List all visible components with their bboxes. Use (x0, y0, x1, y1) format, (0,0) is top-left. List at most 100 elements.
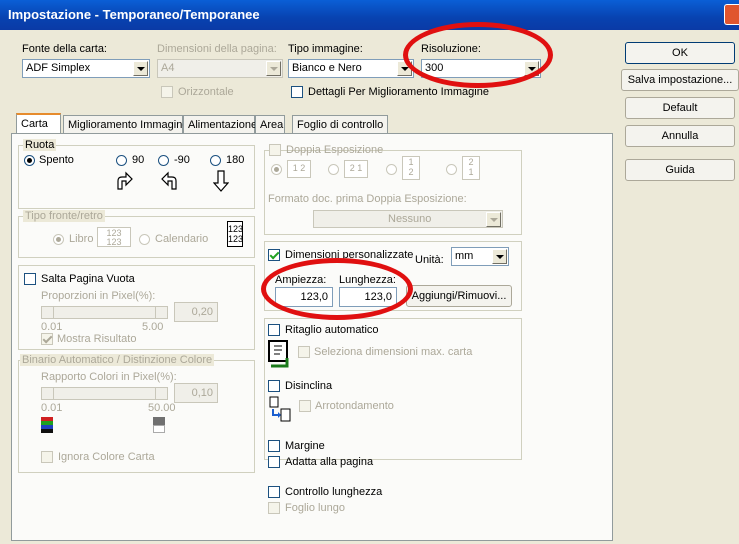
slider-left-icon[interactable] (42, 307, 54, 318)
rotate-90-label: 90 (132, 154, 145, 166)
ignore-paper-color-checkbox[interactable] (41, 451, 53, 463)
duplex-calendar-radio[interactable] (139, 234, 150, 245)
exposure-opt1-icon: 1 2 (287, 160, 311, 178)
default-button[interactable]: Default (625, 97, 735, 119)
exposure-opt2-icon: 2 1 (344, 160, 368, 178)
rotate-left-arrow-icon (161, 171, 177, 190)
duplex-book-label: Libro (69, 233, 94, 245)
rounding-label: Arrotondamento (315, 400, 394, 412)
cancel-button[interactable]: Annulla (625, 125, 735, 147)
rotate-90-radio[interactable] (116, 155, 127, 166)
dialog-client: Fonte della carta: ADF Simplex Dimension… (3, 22, 739, 544)
width-input[interactable]: 123,0 (275, 287, 333, 307)
book-icon-text: 123 123 (106, 228, 122, 247)
resolution-value: 300 (425, 62, 444, 74)
select-max-size-checkbox[interactable] (298, 346, 310, 358)
duplex-group-title: Tipo fronte/retro (23, 210, 105, 222)
image-type-label: Tipo immagine: (288, 43, 363, 55)
fit-page-checkbox[interactable] (268, 456, 280, 468)
width-label: Ampiezza: (275, 274, 327, 286)
long-sheet-checkbox[interactable] (268, 502, 280, 514)
slider-right-icon[interactable] (155, 388, 167, 399)
window-title: Impostazione - Temporaneo/Temporanee (8, 7, 260, 22)
paper-source-select[interactable]: ADF Simplex (22, 59, 150, 78)
exposure-opt4-radio[interactable] (446, 164, 457, 175)
length-label: Lunghezza: (339, 274, 396, 286)
chevron-down-icon[interactable] (492, 249, 507, 264)
resolution-highlight-oval (403, 22, 553, 88)
margin-checkbox[interactable] (268, 440, 280, 452)
exposure-opt2-radio[interactable] (328, 164, 339, 175)
margin-label: Margine (285, 440, 325, 452)
chevron-down-icon[interactable] (397, 61, 412, 76)
chevron-down-icon[interactable] (133, 61, 148, 76)
book-icon: 123 123 (97, 227, 131, 247)
bw-sample-icon (153, 417, 165, 433)
blank-ratio-max: 5.00 (142, 321, 164, 333)
chevron-down-icon[interactable] (524, 61, 539, 76)
length-control-checkbox[interactable] (268, 486, 280, 498)
color-ratio-slider[interactable] (41, 387, 168, 400)
duplex-book-radio[interactable] (53, 234, 64, 245)
help-button[interactable]: Guida (625, 159, 735, 181)
exposure-opt4-icon: 21 (462, 156, 480, 180)
chevron-down-icon[interactable] (266, 61, 281, 76)
unit-select[interactable]: mm (451, 247, 509, 266)
unit-label: Unità: (415, 254, 444, 266)
rounding-checkbox[interactable] (299, 400, 311, 412)
fit-page-label: Adatta alla pagina (285, 456, 374, 468)
enhancement-details-label: Dettagli Per Miglioramento Immagine (308, 86, 489, 98)
enhancement-details-checkbox[interactable] (291, 86, 303, 98)
double-exposure-checkbox[interactable] (269, 144, 281, 156)
landscape-checkbox[interactable] (161, 86, 173, 98)
tab-area[interactable]: Area (255, 115, 285, 134)
save-settings-button[interactable]: Salva impostazione... (621, 69, 739, 91)
rotate-180-radio[interactable] (210, 155, 221, 166)
unit-value: mm (455, 250, 474, 262)
ok-button[interactable]: OK (625, 42, 735, 64)
double-exposure-label: Doppia Esposizione (286, 144, 384, 156)
auto-crop-checkbox[interactable] (268, 324, 280, 336)
tab-carta[interactable]: Carta (16, 113, 61, 134)
exposure-opt1-radio[interactable] (271, 164, 282, 175)
show-result-checkbox[interactable] (41, 333, 53, 345)
title-bar: Impostazione - Temporaneo/Temporanee (0, 0, 739, 30)
auto-crop-label: Ritaglio automatico (285, 324, 379, 336)
long-sheet-label: Foglio lungo (285, 502, 345, 514)
page-size-value: A4 (161, 62, 175, 74)
blank-ratio-slider[interactable] (41, 306, 168, 319)
resolution-select[interactable]: 300 (421, 59, 541, 78)
rotate-off-label: Spento (39, 154, 74, 166)
paper-source-value: ADF Simplex (26, 62, 91, 74)
ignore-paper-color-label: Ignora Colore Carta (58, 451, 155, 463)
skip-blank-page-checkbox[interactable] (24, 273, 36, 285)
page-size-select[interactable]: A4 (157, 59, 283, 78)
exposure-opt2-text: 2 1 (349, 163, 363, 173)
length-input[interactable]: 123,0 (339, 287, 397, 307)
add-remove-button[interactable]: Aggiungi/Rimuovi... (406, 285, 512, 307)
rotate-group-title: Ruota (23, 139, 57, 151)
show-result-label: Mostra Risultato (57, 333, 137, 345)
skip-blank-page-label: Salta Pagina Vuota (41, 273, 135, 285)
exposure-opt3-radio[interactable] (386, 164, 397, 175)
landscape-label: Orizzontale (178, 86, 234, 98)
image-type-select[interactable]: Bianco e Nero (288, 59, 414, 78)
slider-left-icon[interactable] (42, 388, 54, 399)
rotate-off-radio[interactable] (24, 155, 35, 166)
blank-ratio-input[interactable]: 0,20 (174, 302, 218, 322)
tab-foglio-di-controllo[interactable]: Foglio di controllo (292, 115, 388, 134)
rotate-minus90-radio[interactable] (158, 155, 169, 166)
select-max-size-label: Seleziona dimensioni max. carta (314, 346, 473, 358)
slider-right-icon[interactable] (155, 307, 167, 318)
double-exposure-format-select[interactable]: Nessuno (313, 210, 503, 228)
color-ratio-input[interactable]: 0,10 (174, 383, 218, 403)
custom-size-checkbox[interactable] (268, 249, 280, 261)
close-button[interactable] (724, 4, 739, 25)
deskew-checkbox[interactable] (268, 380, 280, 392)
color-ratio-min: 0.01 (41, 402, 63, 414)
rotate-180-arrow-icon (213, 170, 229, 192)
chevron-down-icon[interactable] (486, 212, 501, 227)
tab-alimentazione[interactable]: Alimentazione (183, 115, 257, 134)
custom-size-label: Dimensioni personalizzate (285, 249, 414, 261)
tab-miglioramento-immagine[interactable]: Miglioramento Immagine (63, 115, 188, 134)
